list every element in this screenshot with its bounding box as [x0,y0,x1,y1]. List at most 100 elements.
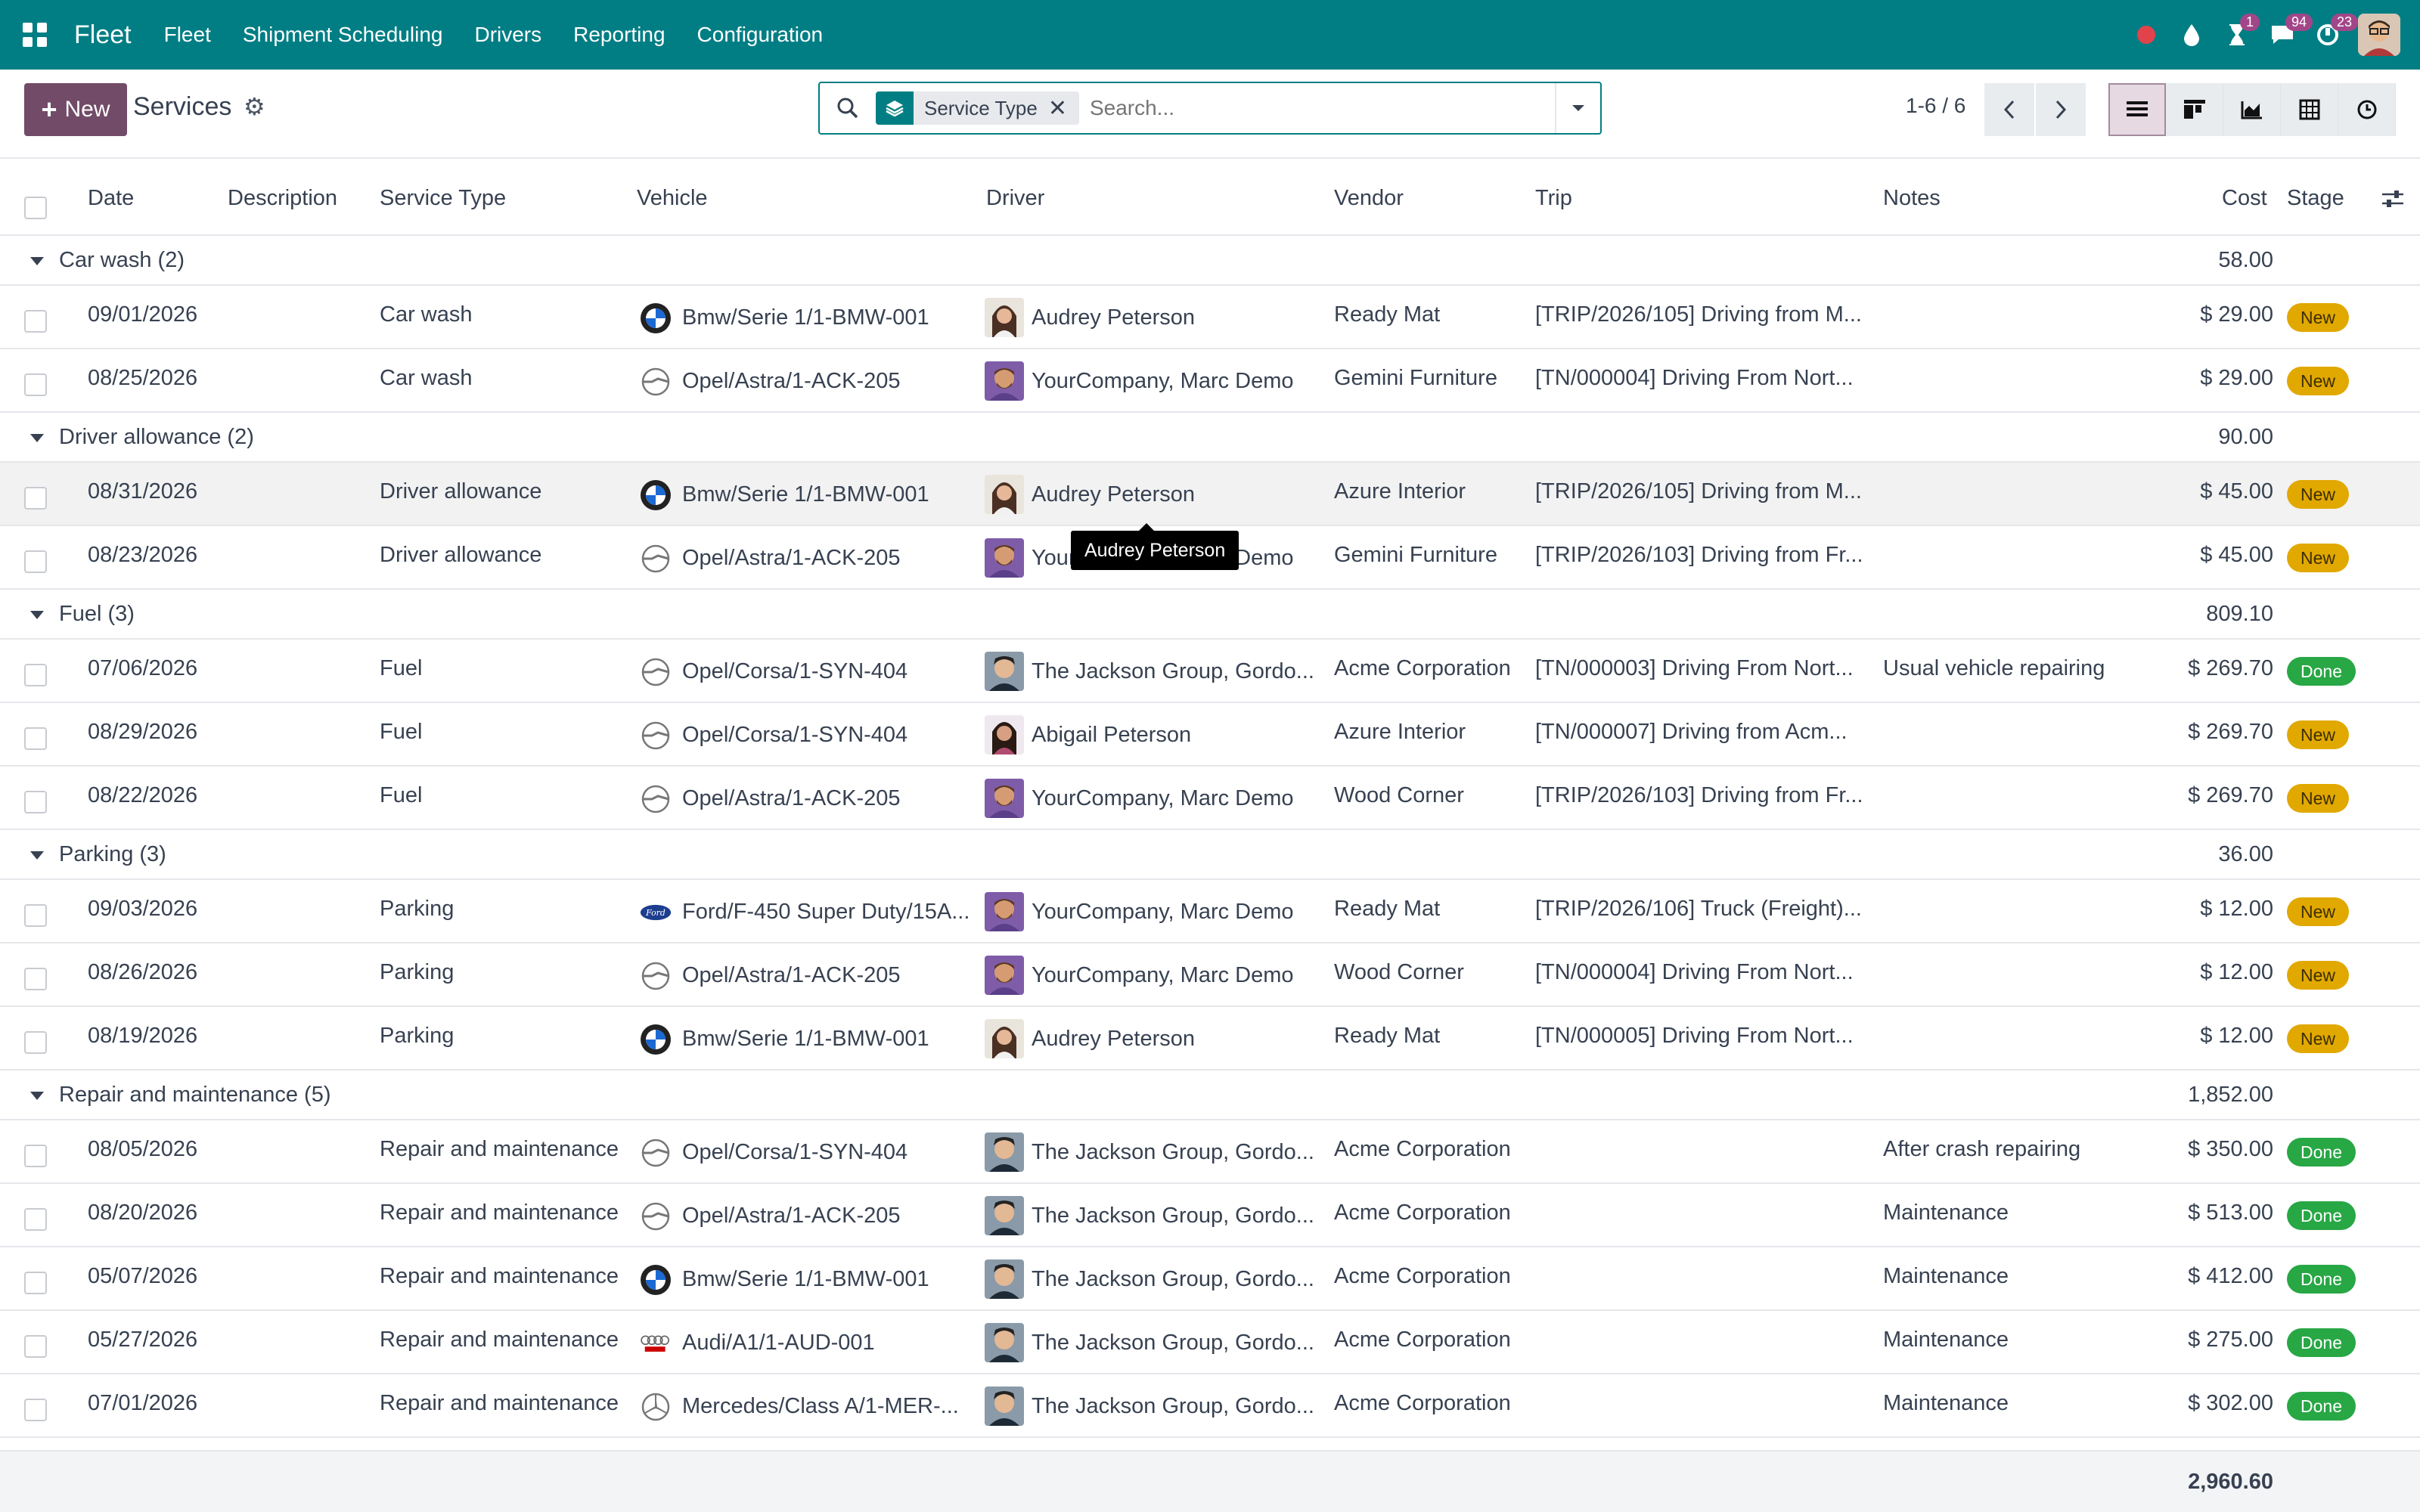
droplet-icon[interactable] [2169,0,2214,70]
vehicle-cell[interactable]: Opel/Astra/1-ACK-205 [682,369,901,394]
caret-down-icon[interactable] [30,611,44,619]
row-checkbox[interactable] [24,487,47,510]
table-row[interactable]: 08/26/2026 Parking Opel/Astra/1-ACK-205 You… [0,943,2420,1007]
row-checkbox[interactable] [24,373,47,396]
menu-configuration[interactable]: Configuration [681,0,839,70]
caret-down-icon[interactable] [30,1092,44,1100]
pager-previous-button[interactable] [1984,83,2034,136]
apps-menu-icon[interactable] [12,0,57,70]
row-checkbox[interactable] [24,1208,47,1231]
row-checkbox[interactable] [24,664,47,686]
driver-cell[interactable]: The Jackson Group, Gordo... [1032,1204,1314,1228]
vehicle-cell[interactable]: Bmw/Serie 1/1-BMW-001 [682,482,929,507]
vehicle-cell[interactable]: Opel/Corsa/1-SYN-404 [682,659,908,684]
driver-cell[interactable]: The Jackson Group, Gordo... [1032,1331,1314,1356]
column-header-date[interactable]: Date [88,186,134,211]
row-checkbox[interactable] [24,791,47,813]
group-label[interactable]: Parking (3) [59,842,166,867]
vehicle-cell[interactable]: Opel/Astra/1-ACK-205 [682,546,901,571]
vehicle-cell[interactable]: Audi/A1/1-AUD-001 [682,1331,875,1356]
column-header-description[interactable]: Description [228,186,337,211]
row-checkbox[interactable] [24,310,47,333]
vehicle-cell[interactable]: Bmw/Serie 1/1-BMW-001 [682,1267,929,1292]
column-header-service-type[interactable]: Service Type [380,186,506,211]
table-row[interactable]: 08/19/2026 Parking Bmw/Serie 1/1-BMW-001 Au… [0,1007,2420,1070]
table-row[interactable]: 08/20/2026 Repair and maintenance Opel/Ast… [0,1184,2420,1247]
column-header-notes[interactable]: Notes [1883,186,1941,211]
driver-cell[interactable]: Audrey Peterson [1032,1027,1195,1052]
pivot-view-icon[interactable] [2281,83,2338,136]
driver-cell[interactable]: YourCompany, Marc Demo [1032,786,1294,811]
driver-cell[interactable]: Audrey Peterson [1032,482,1195,507]
table-row[interactable]: 08/22/2026 Fuel Opel/Astra/1-ACK-205 YourCo… [0,767,2420,830]
group-row[interactable]: Parking (3) 36.00 [0,830,2420,880]
group-row[interactable]: Fuel (3) 809.10 [0,590,2420,640]
column-header-stage[interactable]: Stage [2287,186,2344,211]
row-checkbox[interactable] [24,1335,47,1358]
table-row[interactable]: 09/01/2026 Car wash Bmw/Serie 1/1-BMW-001 A… [0,286,2420,349]
activity-view-icon[interactable] [2338,83,2396,136]
column-header-vehicle[interactable]: Vehicle [637,186,708,211]
vehicle-cell[interactable]: Opel/Astra/1-ACK-205 [682,963,901,988]
vehicle-cell[interactable]: Opel/Astra/1-ACK-205 [682,786,901,811]
column-header-vendor[interactable]: Vendor [1334,186,1404,211]
graph-view-icon[interactable] [2223,83,2281,136]
row-checkbox[interactable] [24,1272,47,1294]
list-view-icon[interactable] [2108,83,2166,136]
column-header-trip[interactable]: Trip [1535,186,1572,211]
menu-reporting[interactable]: Reporting [557,0,681,70]
row-checkbox[interactable] [24,1031,47,1054]
group-row[interactable]: Driver allowance (2) 90.00 [0,413,2420,463]
table-row[interactable]: 08/29/2026 Fuel Opel/Corsa/1-SYN-404 Abigai… [0,703,2420,767]
row-checkbox[interactable] [24,550,47,573]
kanban-view-icon[interactable] [2166,83,2223,136]
pager-next-button[interactable] [2036,83,2086,136]
caret-down-icon[interactable] [30,434,44,442]
search-icon[interactable] [820,97,876,119]
table-row[interactable]: 07/06/2026 Fuel Opel/Corsa/1-SYN-404 The Ja… [0,640,2420,703]
driver-cell[interactable]: The Jackson Group, Gordo... [1032,659,1314,684]
table-row[interactable]: 05/27/2026 Repair and maintenance Audi/A1/… [0,1311,2420,1374]
vehicle-cell[interactable]: Mercedes/Class A/1-MER-... [682,1394,959,1419]
caret-down-icon[interactable] [30,257,44,265]
driver-cell[interactable]: YourCompany, Marc Demo [1032,369,1294,394]
group-label[interactable]: Fuel (3) [59,602,135,627]
caret-down-icon[interactable] [30,851,44,860]
vehicle-cell[interactable]: Bmw/Serie 1/1-BMW-001 [682,305,929,330]
gear-icon[interactable]: ⚙ [244,92,265,121]
group-label[interactable]: Driver allowance (2) [59,425,254,450]
menu-drivers[interactable]: Drivers [458,0,557,70]
table-row[interactable]: 08/05/2026 Repair and maintenance Opel/Cor… [0,1120,2420,1184]
row-checkbox[interactable] [24,968,47,990]
menu-shipment-scheduling[interactable]: Shipment Scheduling [227,0,459,70]
search-input[interactable] [1089,85,1555,131]
vehicle-cell[interactable]: Opel/Astra/1-ACK-205 [682,1204,901,1228]
vehicle-cell[interactable]: Opel/Corsa/1-SYN-404 [682,723,908,748]
group-row[interactable]: Car wash (2) 58.00 [0,236,2420,286]
row-checkbox[interactable] [24,1145,47,1167]
row-checkbox[interactable] [24,904,47,927]
group-label[interactable]: Repair and maintenance (5) [59,1083,330,1108]
facet-remove-icon[interactable]: ✕ [1048,95,1079,122]
driver-cell[interactable]: The Jackson Group, Gordo... [1032,1267,1314,1292]
group-label[interactable]: Car wash (2) [59,248,185,273]
driver-cell[interactable]: The Jackson Group, Gordo... [1032,1394,1314,1419]
menu-fleet[interactable]: Fleet [148,0,227,70]
record-icon[interactable] [2124,0,2169,70]
table-row[interactable]: 09/03/2026 Parking Ford Ford/F-450 Super Du… [0,880,2420,943]
select-all-checkbox[interactable] [24,197,47,219]
table-row[interactable]: 05/07/2026 Repair and maintenance Bmw/Seri… [0,1247,2420,1311]
driver-cell[interactable]: The Jackson Group, Gordo... [1032,1140,1314,1165]
vehicle-cell[interactable]: Ford/F-450 Super Duty/15A... [682,900,970,925]
app-brand[interactable]: Fleet [74,20,132,50]
vehicle-cell[interactable]: Bmw/Serie 1/1-BMW-001 [682,1027,929,1052]
search-options-toggle[interactable] [1555,83,1600,133]
table-row[interactable]: 07/01/2026 Repair and maintenance Mercedes… [0,1374,2420,1438]
row-checkbox[interactable] [24,727,47,750]
phone-icon[interactable]: 23 [2305,0,2359,70]
messages-icon[interactable]: 94 [2260,0,2313,70]
driver-cell[interactable]: Abigail Peterson [1032,723,1191,748]
driver-cell[interactable]: YourCompany, Marc Demo [1032,900,1294,925]
table-row[interactable]: 08/25/2026 Car wash Opel/Astra/1-ACK-205 Yo… [0,349,2420,413]
activities-icon[interactable]: 1 [2214,0,2260,70]
